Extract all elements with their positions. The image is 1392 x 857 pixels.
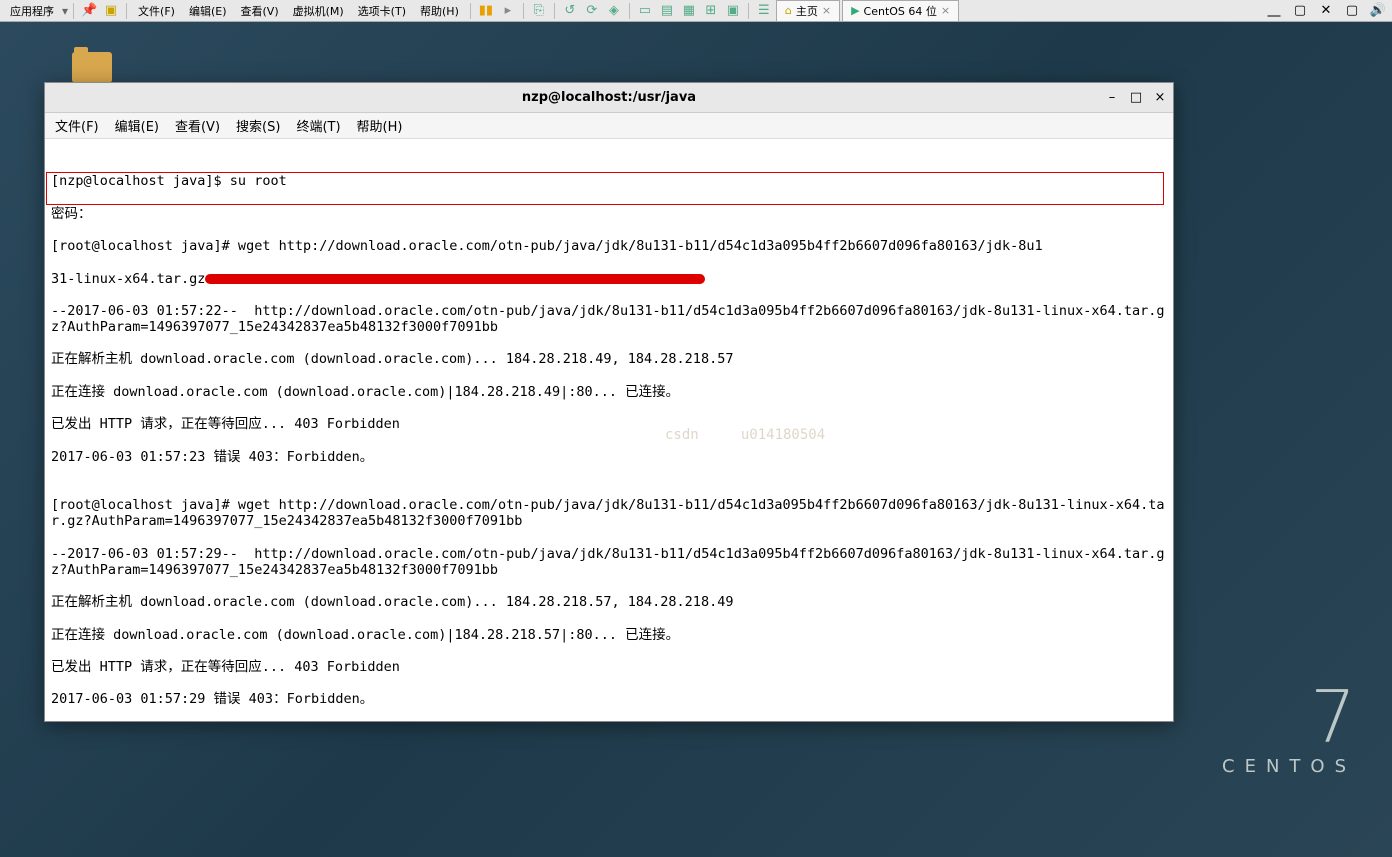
terminal-line: --2017-06-03 01:57:29-- http://download.…: [51, 546, 1167, 578]
desktop-folder-icon[interactable]: [68, 52, 116, 82]
centos-wallpaper-brand: 7 CENTOS: [1222, 685, 1356, 777]
centos-word: CENTOS: [1222, 756, 1356, 777]
guest-panel: [0, 22, 12, 44]
toolbar-icon-8[interactable]: ⊞: [701, 2, 721, 20]
terminal-menubar: 文件(F) 编辑(E) 查看(V) 搜索(S) 终端(T) 帮助(H): [45, 113, 1173, 139]
toolbar-icon-3[interactable]: ⟳: [582, 2, 602, 20]
term-menu-file[interactable]: 文件(F): [55, 116, 99, 135]
terminal-line: 正在解析主机 download.oracle.com (download.ora…: [51, 594, 1167, 610]
terminal-titlebar[interactable]: nzp@localhost:/usr/java – □ ×: [45, 83, 1173, 113]
host-max-icon[interactable]: ▢: [1290, 2, 1310, 20]
play-icon[interactable]: ▸: [498, 2, 518, 20]
menu-tabs[interactable]: 选项卡(T): [352, 1, 412, 21]
terminal-line: [root@localhost java]# wget http://downl…: [51, 497, 1167, 529]
menu-help[interactable]: 帮助(H): [414, 1, 465, 21]
term-menu-help[interactable]: 帮助(H): [357, 116, 403, 135]
toolbar-icon-5[interactable]: ▭: [635, 2, 655, 20]
pin-icon[interactable]: 📌: [79, 2, 99, 20]
vm-icon: ▶: [851, 4, 859, 17]
tab-centos-label: CentOS 64 位: [864, 3, 937, 19]
toolbar-icon-2[interactable]: ↺: [560, 2, 580, 20]
term-menu-view[interactable]: 查看(V): [175, 116, 220, 135]
terminal-line: 2017-06-03 01:57:23 错误 403：Forbidden。: [51, 449, 1167, 465]
apps-menu-button[interactable]: 应用程序: [4, 1, 60, 21]
terminal-line: [nzp@localhost java]$ su root: [51, 173, 1167, 189]
tab-centos-close[interactable]: ×: [941, 4, 950, 17]
toolbar-icon-7[interactable]: ▦: [679, 2, 699, 20]
host-min-icon[interactable]: ⎽: [1264, 2, 1284, 20]
centos-version: 7: [1222, 685, 1356, 750]
host-fullscreen-icon[interactable]: ▢: [1342, 2, 1362, 20]
terminal-window: nzp@localhost:/usr/java – □ × 文件(F) 编辑(E…: [44, 82, 1174, 722]
terminal-line: [root@localhost java]# wget http://downl…: [51, 238, 1167, 254]
window-maximize-button[interactable]: □: [1129, 90, 1143, 105]
window-minimize-button[interactable]: –: [1105, 90, 1119, 105]
vm-host-toolbar: 应用程序 ▾ 📌 ▣ 文件(F) 编辑(E) 查看(V) 虚拟机(M) 选项卡(…: [0, 0, 1392, 22]
tab-centos[interactable]: ▶ CentOS 64 位 ×: [842, 0, 959, 22]
term-menu-terminal[interactable]: 终端(T): [296, 116, 340, 135]
terminal-line: 2017-06-03 01:57:29 错误 403：Forbidden。: [51, 691, 1167, 707]
toolbar-icon-1[interactable]: ⎘: [529, 2, 549, 20]
screen-icon[interactable]: ▣: [101, 2, 121, 20]
menu-view[interactable]: 查看(V): [235, 1, 285, 21]
terminal-line: 正在连接 download.oracle.com (download.oracl…: [51, 384, 1167, 400]
toolbar-icon-6[interactable]: ▤: [657, 2, 677, 20]
tab-home[interactable]: ⌂ 主页 ×: [776, 0, 840, 22]
terminal-line: 正在解析主机 download.oracle.com (download.ora…: [51, 351, 1167, 367]
tab-home-close[interactable]: ×: [822, 4, 831, 17]
pause-icon[interactable]: ▮▮: [476, 2, 496, 20]
terminal-line: 密码：: [51, 206, 1167, 222]
menu-vm[interactable]: 虚拟机(M): [287, 1, 350, 21]
term-menu-edit[interactable]: 编辑(E): [115, 116, 159, 135]
home-icon: ⌂: [785, 4, 792, 17]
terminal-line-redacted: 31-linux-x64.tar.gz: [51, 271, 1167, 287]
terminal-line: 已发出 HTTP 请求，正在等待回应... 403 Forbidden: [51, 659, 1167, 675]
redacted-icon: [205, 274, 705, 284]
toolbar-icon-10[interactable]: ☰: [754, 2, 774, 20]
toolbar-icon-9[interactable]: ▣: [723, 2, 743, 20]
terminal-line: --2017-06-03 01:57:22-- http://download.…: [51, 303, 1167, 335]
host-close-icon[interactable]: ✕: [1316, 2, 1336, 20]
menu-edit[interactable]: 编辑(E): [183, 1, 233, 21]
terminal-title: nzp@localhost:/usr/java: [522, 90, 696, 105]
terminal-line: 已发出 HTTP 请求，正在等待回应... 403 Forbidden: [51, 416, 1167, 432]
tab-home-label: 主页: [796, 3, 818, 19]
window-close-button[interactable]: ×: [1153, 90, 1167, 105]
toolbar-icon-4[interactable]: ◈: [604, 2, 624, 20]
term-menu-search[interactable]: 搜索(S): [236, 116, 280, 135]
host-sound-icon[interactable]: 🔊: [1368, 2, 1388, 20]
terminal-body[interactable]: [nzp@localhost java]$ su root 密码： [root@…: [45, 139, 1173, 721]
folder-icon: [72, 52, 112, 82]
menu-file[interactable]: 文件(F): [132, 1, 181, 21]
terminal-line: 正在连接 download.oracle.com (download.oracl…: [51, 627, 1167, 643]
